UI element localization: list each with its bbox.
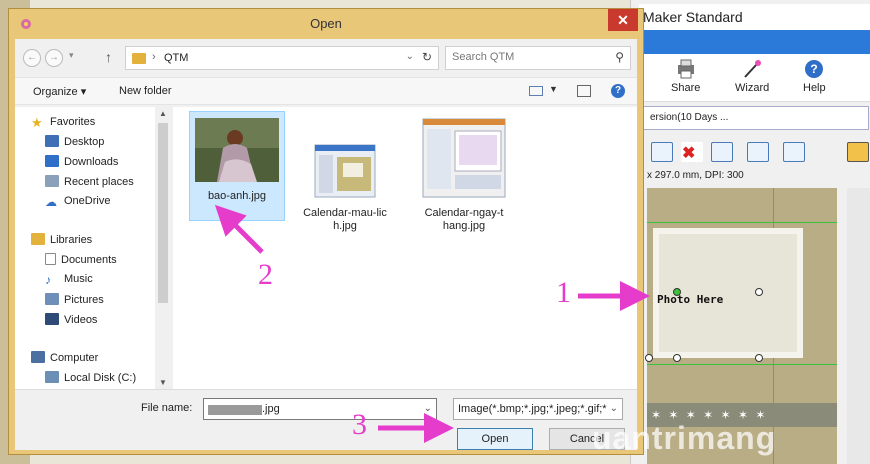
arrow-2 (214, 204, 264, 254)
annotation-number-2: 2 (258, 258, 273, 291)
annotation-arrows (214, 204, 650, 443)
watermark: uantrimang (592, 420, 777, 456)
annotation-number-3: 3 (352, 408, 367, 441)
annotation-number-1: 1 (556, 276, 571, 309)
